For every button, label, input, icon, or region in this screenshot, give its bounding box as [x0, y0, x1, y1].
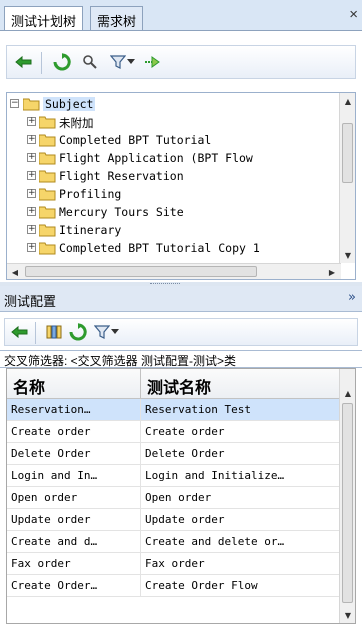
- test-config-grid[interactable]: 名称 测试名称 Reservation… Reservation Test Cr…: [6, 368, 356, 624]
- scroll-down-icon[interactable]: ▼: [340, 247, 355, 263]
- tree-horizontal-scrollbar[interactable]: ◀ ▶: [7, 263, 341, 279]
- toolbar-separator: [41, 52, 42, 74]
- collapse-toggle-icon[interactable]: −: [10, 99, 19, 108]
- cell-test-name: Reservation Test: [145, 403, 251, 416]
- table-row[interactable]: Create and d… Create and delete or…: [7, 531, 341, 553]
- folder-icon: [39, 152, 56, 165]
- expand-toggle-icon[interactable]: +: [27, 135, 36, 144]
- test-plan-tree[interactable]: − Subject + 未附加 + Completed BPT Tutorial…: [6, 92, 356, 280]
- scroll-thumb[interactable]: [25, 266, 257, 277]
- collapse-icon[interactable]: »: [348, 290, 356, 305]
- tree-item-label: Flight Reservation: [59, 169, 184, 183]
- tree-item-label: Profiling: [59, 187, 122, 201]
- table-row[interactable]: Login and In… Login and Initialize…: [7, 465, 341, 487]
- close-icon[interactable]: ×: [349, 6, 358, 23]
- tab-test-plan-tree[interactable]: 测试计划树: [4, 6, 84, 31]
- grid-header: 名称 测试名称: [7, 369, 341, 399]
- dropdown-arrow-icon[interactable]: [109, 321, 121, 343]
- tree-toolbar-area: [0, 30, 362, 92]
- dropdown-arrow-icon[interactable]: [125, 51, 137, 73]
- folder-icon: [39, 206, 56, 219]
- expand-toggle-icon[interactable]: +: [27, 171, 36, 180]
- cell-test-name: Fax order: [145, 557, 205, 570]
- scroll-left-icon[interactable]: ◀: [7, 264, 23, 279]
- scroll-thumb[interactable]: [342, 123, 353, 183]
- scroll-up-icon[interactable]: ▲: [340, 93, 355, 109]
- tree-item-label: Subject: [43, 97, 96, 111]
- cell-test-name: Update order: [145, 513, 225, 526]
- cell-test-name: Open order: [145, 491, 212, 504]
- table-row[interactable]: Fax order Fax order: [7, 553, 341, 575]
- test-config-panel-header: 测试配置 »: [0, 286, 362, 312]
- folder-icon: [39, 242, 56, 255]
- table-row[interactable]: Update order Update order: [7, 509, 341, 531]
- splitter-grip[interactable]: [150, 283, 180, 285]
- folder-icon: [39, 224, 56, 237]
- cell-name: Fax order: [7, 553, 141, 575]
- tree-toolbar: [6, 45, 356, 79]
- folder-icon: [39, 134, 56, 147]
- columns-icon[interactable]: [43, 321, 65, 343]
- tree-item-label: Flight Application (BPT Flow: [59, 151, 253, 165]
- folder-icon: [39, 170, 56, 183]
- grid-vertical-scrollbar[interactable]: ▲ ▼: [339, 369, 355, 623]
- cell-name: Open order: [7, 487, 141, 509]
- cell-name: Create Order…: [7, 575, 141, 597]
- cell-test-name: Create order: [145, 425, 225, 438]
- cell-name: Update order: [7, 509, 141, 531]
- cell-name: Login and In…: [7, 465, 141, 487]
- column-header-test-name[interactable]: 测试名称: [141, 369, 341, 399]
- cell-test-name: Login and Initialize…: [145, 469, 285, 482]
- tree-vertical-scrollbar[interactable]: ▲ ▼: [339, 93, 355, 263]
- cell-test-name: Create Order Flow: [145, 579, 258, 592]
- folder-icon: [39, 188, 56, 201]
- cross-filter-text: 交叉筛选器: <交叉筛选器 测试配置-测试>类: [0, 350, 362, 368]
- back-arrow-icon[interactable]: [13, 51, 35, 73]
- table-row[interactable]: Create Order… Create Order Flow: [7, 575, 341, 597]
- expand-toggle-icon[interactable]: +: [27, 153, 36, 162]
- expand-toggle-icon[interactable]: +: [27, 207, 36, 216]
- table-row[interactable]: Create order Create order: [7, 421, 341, 443]
- tree-item-label: Completed BPT Tutorial Copy 1: [59, 241, 260, 255]
- tree-item-label: Mercury Tours Site: [59, 205, 184, 219]
- panel-title: 测试配置: [4, 294, 57, 309]
- cell-test-name: Delete Order: [145, 447, 225, 460]
- refresh-icon[interactable]: [67, 321, 89, 343]
- scroll-right-icon[interactable]: ▶: [324, 264, 340, 279]
- expand-toggle-icon[interactable]: +: [27, 243, 36, 252]
- cell-name: Reservation…: [7, 399, 141, 421]
- cell-test-name: Create and delete or…: [145, 535, 285, 548]
- back-arrow-icon[interactable]: [9, 321, 31, 343]
- folder-icon: [39, 116, 56, 129]
- scroll-down-icon[interactable]: ▼: [340, 607, 355, 623]
- tab-strip: 测试计划树 需求树 ×: [0, 0, 362, 31]
- cell-name: Create and d…: [7, 531, 141, 553]
- go-to-icon[interactable]: [141, 51, 163, 73]
- column-header-name[interactable]: 名称: [7, 369, 141, 399]
- tree-item-label: Itinerary: [59, 223, 122, 237]
- test-config-toolbar: [4, 318, 358, 346]
- refresh-icon[interactable]: [51, 51, 73, 73]
- scroll-thumb[interactable]: [342, 403, 353, 603]
- toolbar-separator: [35, 322, 36, 344]
- tab-requirements-tree[interactable]: 需求树: [90, 6, 144, 30]
- search-icon[interactable]: [79, 51, 101, 73]
- scroll-up-icon[interactable]: ▲: [340, 385, 355, 401]
- cell-name: Delete Order: [7, 443, 141, 465]
- folder-open-icon: [23, 98, 40, 111]
- cell-name: Create order: [7, 421, 141, 443]
- table-row[interactable]: Reservation… Reservation Test: [7, 399, 341, 421]
- tree-item-label: Completed BPT Tutorial: [59, 133, 212, 147]
- tree-item-label: 未附加: [59, 116, 94, 130]
- expand-toggle-icon[interactable]: +: [27, 117, 36, 126]
- expand-toggle-icon[interactable]: +: [27, 189, 36, 198]
- table-row[interactable]: Delete Order Delete Order: [7, 443, 341, 465]
- table-row[interactable]: Open order Open order: [7, 487, 341, 509]
- expand-toggle-icon[interactable]: +: [27, 225, 36, 234]
